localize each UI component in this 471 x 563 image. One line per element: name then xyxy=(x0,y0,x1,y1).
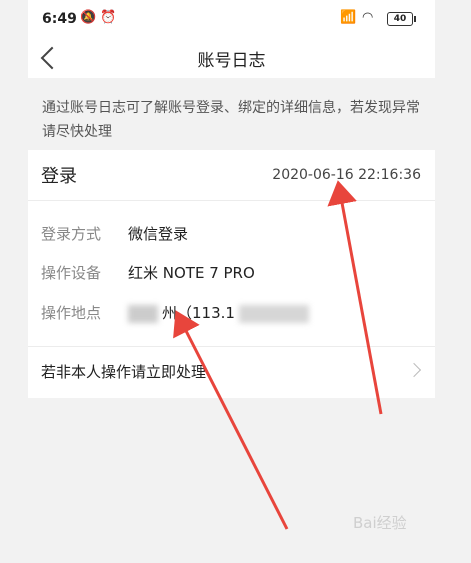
log-timestamp: 2020-06-16 22:16:36 xyxy=(272,167,421,183)
chevron-right-icon xyxy=(406,362,422,378)
mute-icon: 🔕 xyxy=(80,10,97,25)
location-ip: （113.1 xyxy=(177,304,235,322)
location-value: 州（113.1 xyxy=(128,302,309,323)
page-title: 账号日志 xyxy=(197,51,266,71)
redacted-block xyxy=(238,304,309,323)
log-type-label: 登录 xyxy=(41,166,77,187)
location-key: 操作地点 xyxy=(41,304,102,322)
info-notice: 通过账号日志可了解账号登录、绑定的详细信息，若发现异常请尽快处理 xyxy=(42,100,420,140)
signal-icon: 📶 xyxy=(340,10,357,25)
device-key: 操作设备 xyxy=(41,264,102,282)
nav-bar: 账号日志 xyxy=(28,38,435,78)
redacted-block xyxy=(128,304,158,323)
location-prefix: 州 xyxy=(162,304,178,322)
login-method-value: 微信登录 xyxy=(128,225,189,243)
login-method-key: 登录方式 xyxy=(41,225,102,243)
report-action-label: 若非本人操作请立即处理 xyxy=(41,363,207,381)
wifi-icon: ◠ xyxy=(362,10,374,25)
alarm-icon: ⏰ xyxy=(100,10,117,25)
status-bar: 6:49 🔕 ⏰ 📶 ◠ 40 xyxy=(28,0,435,38)
log-card: 登录 2020-06-16 22:16:36 登录方式 微信登录 操作设备 红米… xyxy=(28,150,435,398)
status-time: 6:49 xyxy=(42,11,77,27)
screen: 6:49 🔕 ⏰ 📶 ◠ 40 账号日志 通过账号日志可了解账号登录、绑定的详细… xyxy=(0,0,471,563)
report-action-row[interactable]: 若非本人操作请立即处理 xyxy=(28,346,435,397)
battery-icon: 40 xyxy=(387,12,416,26)
device-value: 红米 NOTE 7 PRO xyxy=(128,264,255,282)
watermark: Bai经验 xyxy=(353,514,407,532)
log-card-header: 登录 2020-06-16 22:16:36 xyxy=(28,150,435,201)
